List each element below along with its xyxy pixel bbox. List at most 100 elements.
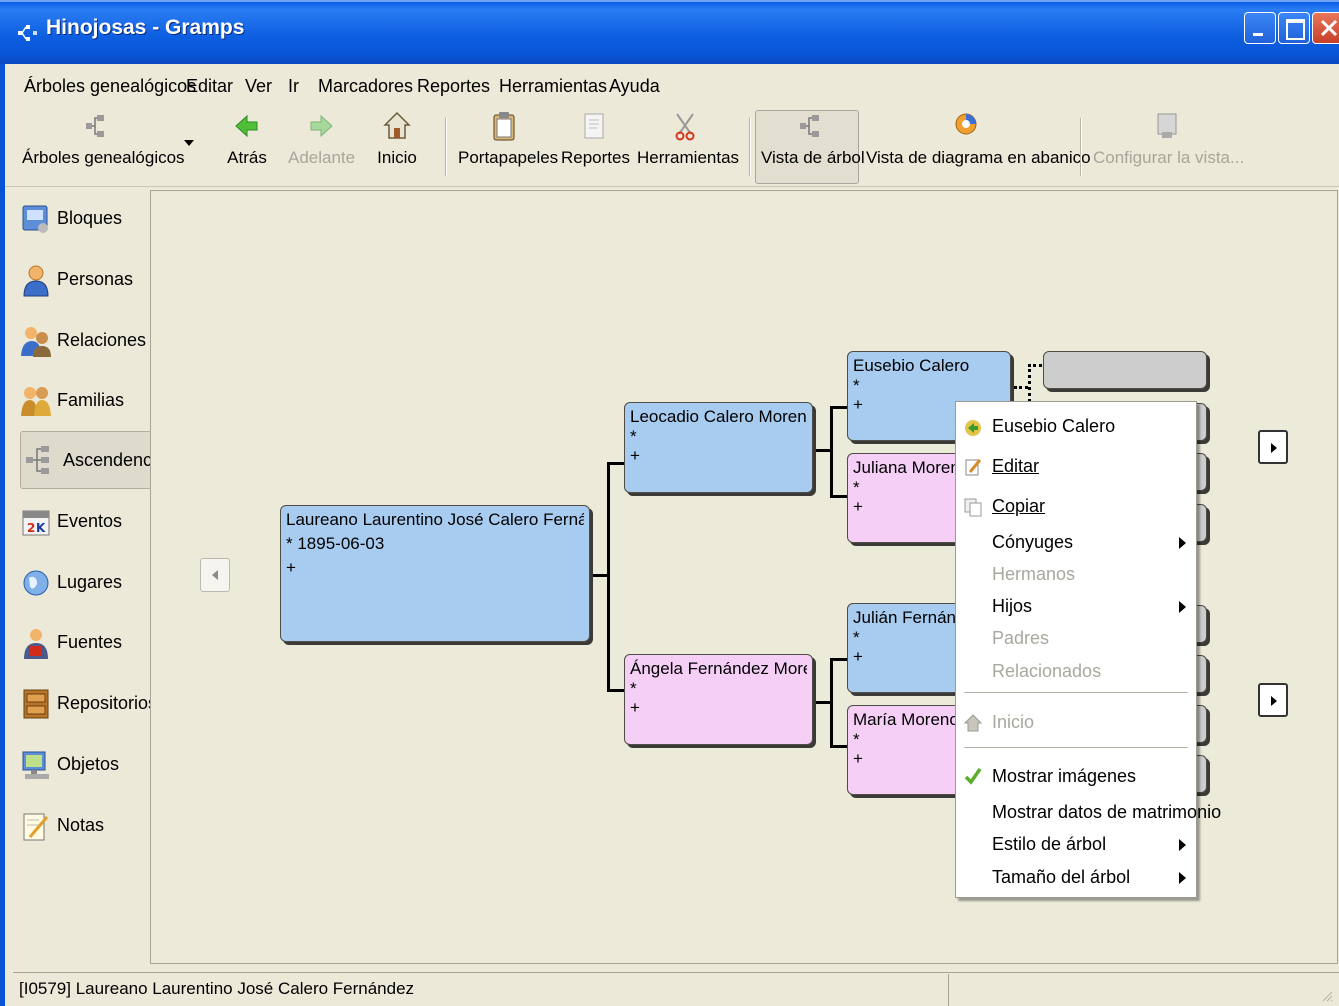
navigator-sidebar: Bloques Personas Relaciones Familias Asc…: [5, 186, 166, 966]
person-death: +: [286, 557, 296, 577]
sidebar-item-notes[interactable]: Notas: [17, 803, 149, 847]
relationships-icon: [21, 327, 51, 357]
person-box-root[interactable]: Laureano Laurentino José Calero Fernánde…: [280, 505, 590, 642]
menu-item-tree-size[interactable]: Tamaño del árbol: [956, 865, 1196, 895]
toolbar-separator: [445, 118, 447, 176]
sidebar-item-label: Notas: [57, 815, 105, 835]
menu-item-parents[interactable]: Padres: [956, 626, 1196, 656]
menu-tools[interactable]: Herramientas: [499, 76, 607, 97]
back-button[interactable]: Atrás: [225, 110, 269, 168]
menu-item-label: Inicio: [992, 712, 1035, 732]
dotted-connector: [1028, 364, 1042, 367]
sidebar-item-people[interactable]: Personas: [17, 257, 149, 301]
resize-grip-icon[interactable]: [1319, 988, 1333, 1002]
copy-icon: [964, 498, 982, 517]
reports-icon: [584, 113, 604, 139]
family-trees-label: Árboles genealógicos: [22, 148, 185, 167]
toolbar-separator: [1080, 118, 1082, 176]
sidebar-item-pedigree[interactable]: Ascendencia: [20, 431, 166, 489]
menu-edit[interactable]: Editar: [186, 76, 233, 97]
menu-item-label: Eusebio Calero: [992, 416, 1116, 436]
connector: [830, 658, 847, 661]
right-arrow-icon: [1271, 443, 1277, 453]
navigate-paternal-ancestors-button[interactable]: [1258, 430, 1288, 464]
person-name: Ángela Fernández Moreno: [630, 659, 807, 678]
sidebar-item-places[interactable]: Lugares: [17, 560, 149, 604]
sidebar-item-label: Relaciones: [57, 330, 147, 350]
menu-item-label: Tamaño del árbol: [992, 867, 1131, 887]
forward-button[interactable]: Adelante: [288, 110, 356, 168]
menu-item-copy[interactable]: Copiar: [956, 494, 1196, 524]
menu-item-label: Copiar: [992, 496, 1046, 516]
sidebar-item-events[interactable]: 2K Eventos: [17, 499, 149, 543]
clipboard-button[interactable]: Portapapeles: [458, 110, 558, 168]
menu-item-label: Hermanos: [992, 564, 1076, 584]
person-box-father[interactable]: Leocadio Calero Moreno * +: [624, 402, 813, 493]
menu-reports[interactable]: Reportes: [417, 76, 490, 97]
sidebar-item-families[interactable]: Familias: [17, 378, 149, 422]
tree-view-button[interactable]: Vista de árbol: [761, 110, 865, 168]
menu-item-show-marriage-data[interactable]: Mostrar datos de matrimonio: [956, 800, 1221, 830]
person-birth: *: [630, 428, 637, 445]
menu-item-label: Hijos: [992, 596, 1033, 616]
configure-icon: [1157, 113, 1177, 138]
person-icon: [23, 265, 49, 297]
menu-separator: [964, 747, 1188, 749]
fan-view-button[interactable]: Vista de diagrama en abanico: [866, 110, 1091, 168]
dropdown-arrow-icon[interactable]: [183, 138, 195, 148]
sidebar-item-label: Lugares: [57, 572, 123, 592]
reports-button[interactable]: Reportes: [561, 110, 630, 168]
sources-icon: [24, 629, 48, 659]
menu-view[interactable]: Ver: [245, 76, 272, 97]
connector: [607, 689, 624, 692]
menu-item-edit[interactable]: Editar: [956, 454, 1196, 484]
menu-item-related[interactable]: Relacionados: [956, 659, 1196, 689]
forward-label: Adelante: [288, 148, 356, 167]
places-icon: [23, 570, 49, 596]
submenu-arrow-icon: [1179, 537, 1186, 549]
media-icon: [22, 751, 49, 779]
connector: [830, 658, 833, 748]
menu-bookmarks[interactable]: Marcadores: [318, 76, 413, 97]
person-box-empty[interactable]: [1043, 351, 1207, 389]
home-button[interactable]: Inicio: [375, 110, 419, 168]
navigate-maternal-ancestors-button[interactable]: [1258, 683, 1288, 717]
sidebar-item-media[interactable]: Objetos: [17, 742, 149, 786]
menu-item-children[interactable]: Hijos: [956, 594, 1196, 624]
menu-go[interactable]: Ir: [288, 76, 299, 97]
menu-item-home[interactable]: Inicio: [956, 710, 1196, 740]
connector: [607, 462, 610, 692]
person-name: Laureano Laurentino José Calero Fernánde…: [286, 510, 584, 529]
sidebar-item-relationships[interactable]: Relaciones: [17, 318, 149, 362]
menu-item-label: Padres: [992, 628, 1050, 648]
right-arrow-icon: [1271, 696, 1277, 706]
close-button[interactable]: [1312, 12, 1339, 44]
menu-bar: Árboles genealógicos Editar Ver Ir Marca…: [5, 72, 1339, 102]
title-bar[interactable]: Hinojosas - Gramps: [0, 0, 1339, 64]
tools-button[interactable]: Herramientas: [637, 110, 739, 168]
sidebar-item-repositories[interactable]: Repositorios: [17, 681, 157, 725]
clipboard-icon: [493, 112, 515, 141]
connector: [830, 745, 847, 748]
menu-item-go-to-person[interactable]: Eusebio Calero: [956, 414, 1196, 444]
edit-icon: [965, 459, 982, 476]
sidebar-item-sources[interactable]: Fuentes: [17, 620, 149, 664]
family-trees-button[interactable]: Árboles genealógicos: [22, 110, 185, 168]
gramps-app-icon: [18, 25, 37, 41]
minimize-button[interactable]: [1244, 12, 1276, 44]
connector: [830, 406, 847, 409]
menu-family-trees[interactable]: Árboles genealógicos: [24, 76, 196, 97]
person-box-mother[interactable]: Ángela Fernández Moreno * +: [624, 654, 813, 745]
menu-item-spouses[interactable]: Cónyuges: [956, 530, 1196, 560]
person-name: Leocadio Calero Moreno: [630, 407, 807, 426]
person-birth: *: [853, 377, 860, 394]
menu-item-tree-style[interactable]: Estilo de árbol: [956, 832, 1196, 862]
menu-item-show-images[interactable]: Mostrar imágenes: [956, 764, 1196, 794]
configure-view-button[interactable]: Configurar la vista...: [1093, 110, 1244, 168]
menu-help[interactable]: Ayuda: [609, 76, 660, 97]
sidebar-item-label: Repositorios: [57, 693, 158, 713]
sidebar-item-gramplets[interactable]: Bloques: [17, 196, 149, 240]
maximize-button[interactable]: [1278, 12, 1310, 44]
navigate-children-button[interactable]: [200, 558, 230, 592]
menu-item-siblings[interactable]: Hermanos: [956, 562, 1196, 592]
